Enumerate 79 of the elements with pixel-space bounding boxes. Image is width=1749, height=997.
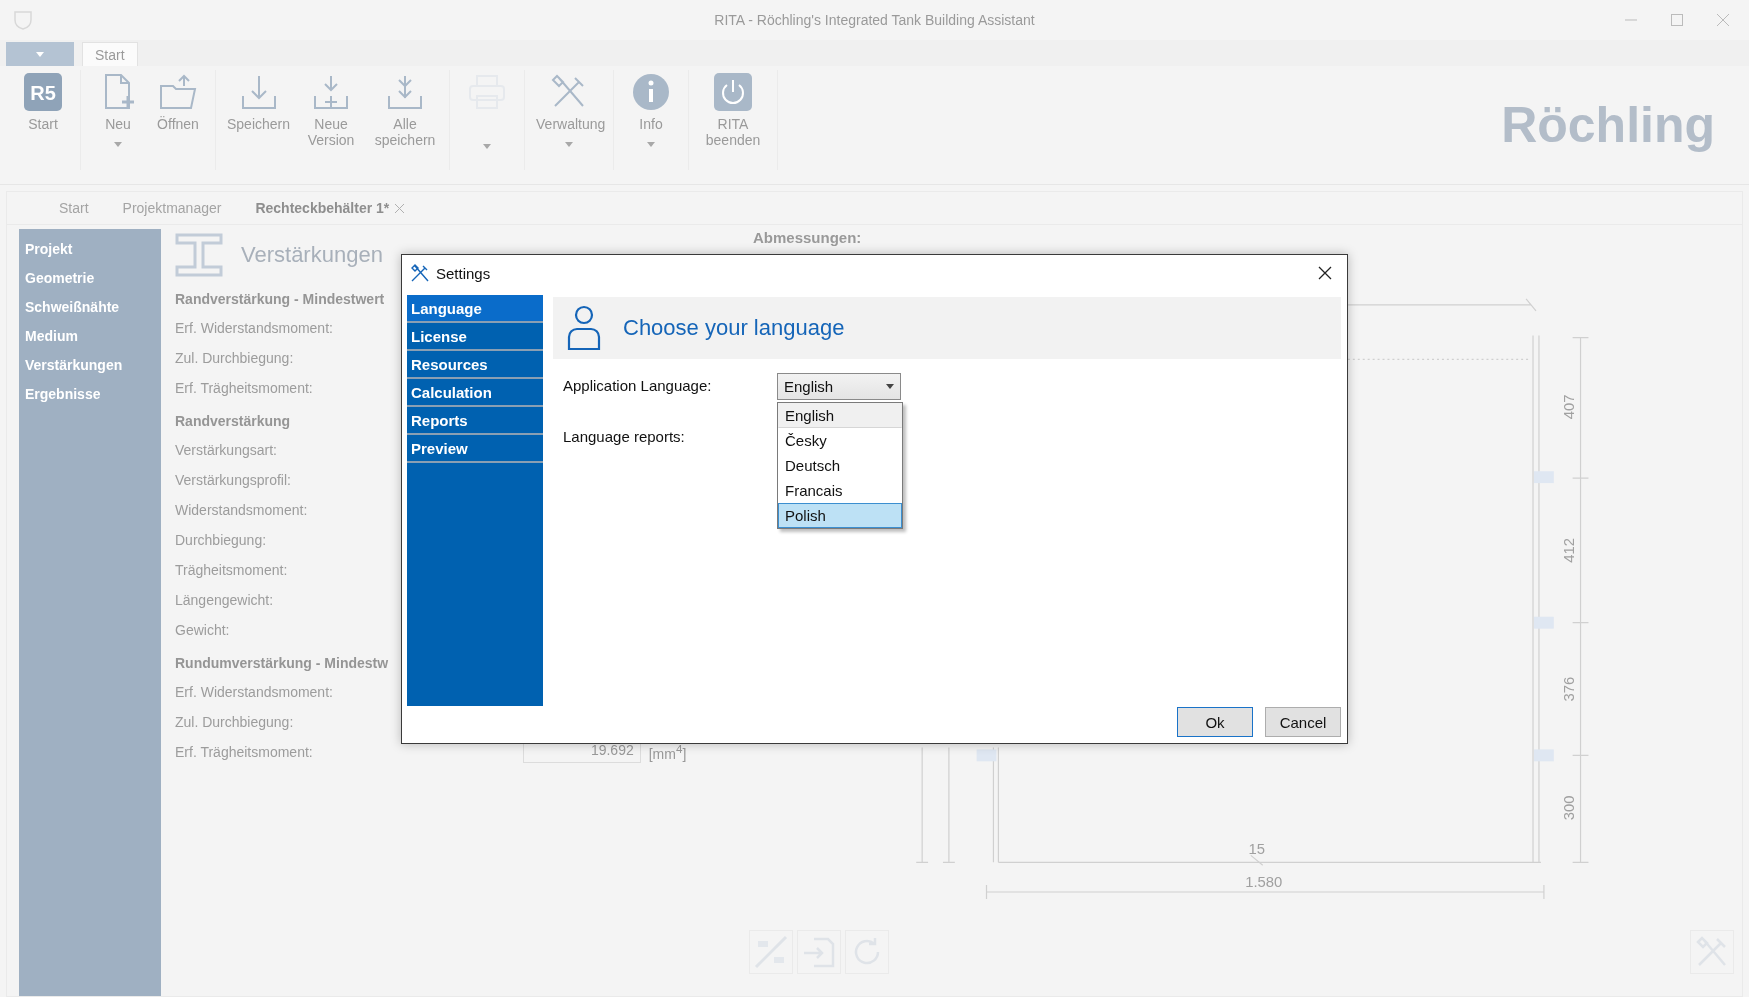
section-heading: Randverstärkung	[175, 413, 291, 431]
caret-icon	[36, 51, 44, 57]
dimension-label: 300	[1560, 795, 1577, 821]
ok-button[interactable]: Ok	[1177, 707, 1253, 737]
section-heading: Rundumverstärkung - Mindestw	[175, 655, 389, 673]
field-label: Widerstandsmoment:	[175, 502, 308, 518]
field-label: Language reports:	[563, 428, 686, 445]
caret-icon	[114, 142, 122, 147]
field-label: Application Language:	[563, 377, 713, 394]
dimension-label: 407	[1560, 394, 1577, 420]
document-tab[interactable]: Projektmanager	[108, 200, 236, 216]
power-icon	[713, 72, 754, 112]
page-heading: Choose your language	[623, 315, 845, 341]
info-icon	[631, 72, 672, 112]
field-label: Zul. Durchbiegung:	[175, 350, 294, 366]
ribbon-button[interactable]: Info	[622, 70, 681, 170]
close-icon	[1318, 266, 1332, 280]
caret-icon	[565, 142, 574, 147]
window-title: RITA - Röchling's Integrated Tank Building Assistant	[714, 12, 1035, 28]
caret-icon	[483, 144, 492, 149]
field-label: Erf. Widerstandsmoment:	[175, 320, 333, 336]
unit-label: [mm$^{4}$]	[648, 742, 687, 762]
cancel-button[interactable]: Cancel	[1265, 707, 1341, 737]
dimension-label: 1.580	[1245, 874, 1283, 891]
navigation-item[interactable]: Verstärkungen	[25, 357, 123, 374]
close-icon	[395, 203, 405, 213]
field-label: Längengewicht:	[175, 592, 274, 608]
dimension-label: 376	[1560, 676, 1577, 702]
ribbon-button[interactable]: R5 Start	[14, 70, 72, 170]
user-icon	[567, 305, 601, 351]
dropdown-option[interactable]: Polish	[778, 503, 902, 528]
document-tab[interactable]: Start	[45, 200, 103, 216]
field-label: Verstärkungsart:	[175, 442, 277, 458]
close-icon	[1717, 14, 1729, 26]
maximize-icon	[1671, 14, 1683, 26]
settings-nav-item[interactable]: Language	[407, 295, 543, 323]
field-label: Gewicht:	[175, 622, 230, 638]
caret-icon	[886, 384, 894, 389]
field-label: Zul. Durchbiegung:	[175, 714, 294, 730]
tools-icon	[410, 263, 430, 283]
file-menu-button[interactable]	[6, 42, 74, 66]
dropdown-option[interactable]: Francais	[778, 478, 902, 503]
document-tab[interactable]: Rechteckbehälter 1*	[241, 200, 419, 216]
dropdown-option[interactable]: Česky	[778, 428, 902, 453]
field-label: Trägheitsmoment:	[175, 562, 288, 578]
dialog-title: Settings	[436, 264, 491, 282]
folder-icon	[158, 72, 198, 112]
ribbon-button[interactable]: Speichern	[224, 70, 294, 170]
dropdown-option[interactable]: English	[778, 403, 902, 428]
company-logo: Röchling	[1501, 96, 1715, 154]
field-label: Erf. Trägheitsmoment:	[175, 380, 313, 396]
language-dropdown[interactable]: English	[777, 373, 901, 400]
section-heading: Randverstärkung - Mindestwert	[175, 291, 385, 309]
dimension-label: 412	[1560, 538, 1577, 563]
app-badge-icon: R5	[23, 72, 63, 112]
navigation-item[interactable]: Schweißnähte	[25, 299, 120, 316]
ribbon-button[interactable]: Alle speichern	[369, 70, 442, 170]
field-label: Verstärkungsprofil:	[175, 472, 291, 488]
navigation-item[interactable]: Ergebnisse	[25, 386, 101, 403]
navigation-item[interactable]: Geometrie	[25, 270, 95, 287]
ribbon-button[interactable]: Verwaltung	[533, 70, 606, 170]
maximize-button[interactable]	[1671, 14, 1683, 26]
drawing-title: Abmessungen:	[753, 229, 862, 248]
ribbon-button[interactable]: Neu	[89, 70, 147, 170]
ribbon-button[interactable]: RITA beenden	[697, 70, 770, 170]
navigation-item[interactable]: Projekt	[25, 241, 73, 258]
ribbon-tab[interactable]: Start	[82, 42, 138, 66]
field-label: Erf. Trägheitsmoment:	[175, 744, 313, 760]
caret-icon	[647, 142, 656, 147]
ribbon-button[interactable]: Neue Version	[295, 70, 368, 170]
navigation-item[interactable]: Medium	[25, 328, 78, 345]
beam-profile-icon	[175, 233, 223, 277]
panel-title: Verstärkungen	[241, 242, 383, 268]
dropdown-option[interactable]: Deutsch	[778, 453, 902, 478]
ribbon-button[interactable]: Öffnen	[149, 70, 207, 170]
field-label: Durchbiegung:	[175, 532, 267, 548]
shield-icon	[14, 10, 32, 30]
field-label: Erf. Widerstandsmoment:	[175, 684, 333, 700]
dimension-label: 15	[1248, 841, 1266, 858]
